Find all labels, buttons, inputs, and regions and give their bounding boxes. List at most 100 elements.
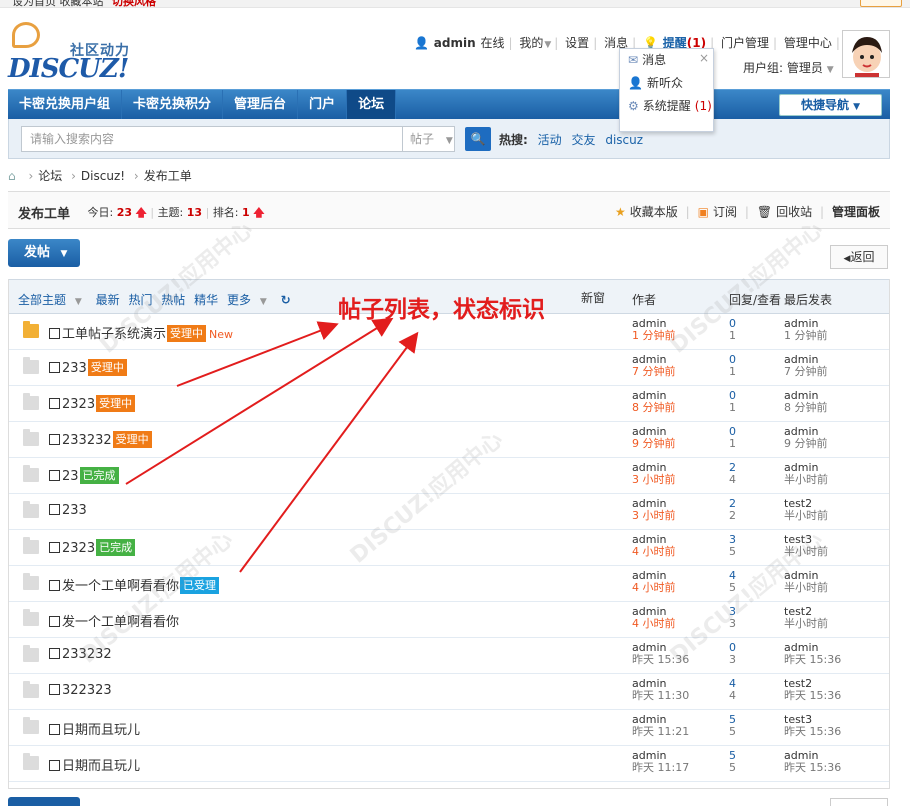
thread-row[interactable]: 发一个工单啊看看你 admin 4 小时前 3 3 test2 半小时前 [9, 602, 889, 638]
thread-row[interactable]: 233232 admin 昨天 15:36 0 3 admin 昨天 15:36 [9, 638, 889, 674]
filter-more[interactable]: 更多 ▼ [227, 293, 272, 307]
thread-checkbox[interactable] [49, 648, 60, 659]
thread-row[interactable]: 23 已完成 admin 3 小时前 2 4 admin 半小时前 [9, 458, 889, 494]
thread-title[interactable]: 233232 [62, 433, 112, 448]
thread-checkbox[interactable] [49, 724, 60, 735]
hot-search-friends[interactable]: 交友 [571, 133, 595, 147]
last-post-time[interactable]: 昨天 15:36 [784, 762, 841, 774]
last-post-time[interactable]: 9 分钟前 [784, 438, 828, 450]
last-post-time[interactable]: 半小时前 [784, 582, 828, 594]
online-status[interactable]: 在线 [480, 34, 504, 51]
thread-checkbox[interactable] [49, 616, 60, 627]
last-post-time[interactable]: 半小时前 [784, 546, 828, 558]
thread-time: 4 小时前 [632, 545, 676, 558]
thread-title[interactable]: 2323 [62, 541, 95, 556]
thread-checkbox[interactable] [49, 470, 60, 481]
thread-checkbox[interactable] [49, 362, 60, 373]
hot-search-activity[interactable]: 活动 [538, 133, 562, 147]
thread-checkbox[interactable] [49, 434, 60, 445]
thread-row[interactable]: 233 admin 3 小时前 2 2 test2 半小时前 [9, 494, 889, 530]
thread-title[interactable]: 发一个工单啊看看你 [62, 579, 179, 594]
thread-row[interactable]: 2323 受理中 admin 8 分钟前 0 1 admin 8 分钟前 [9, 386, 889, 422]
last-post-time[interactable]: 半小时前 [784, 618, 828, 630]
bottom-post-button[interactable] [8, 797, 80, 806]
breadcrumb-current[interactable]: 发布工单 [144, 169, 192, 183]
username-link[interactable]: admin [434, 36, 476, 50]
last-post-time[interactable]: 7 分钟前 [784, 366, 828, 378]
quick-nav-button[interactable]: 快捷导航 ▼ [779, 94, 882, 116]
thread-row[interactable]: 2323 已完成 admin 4 小时前 3 5 test3 半小时前 [9, 530, 889, 566]
site-logo[interactable]: 社区动力 DISCUZ! [8, 22, 138, 84]
new-post-button[interactable]: 发帖 ▼ [8, 239, 80, 267]
nav-item-portal[interactable]: 门户 [298, 90, 348, 120]
nav-item-card-usergroup[interactable]: 卡密兑换用户组 [8, 90, 123, 120]
filter-hot-posts[interactable]: 热帖 [161, 293, 185, 307]
search-type-select[interactable]: 帖子 ▼ [402, 126, 455, 152]
popup-item-system[interactable]: ⚙ 系统提醒 (1) [620, 95, 713, 118]
usergroup-menu[interactable]: 用户组: 管理员 ▼ [743, 59, 834, 76]
last-post-time[interactable]: 8 分钟前 [784, 402, 828, 414]
top-links[interactable]: 设为首页 收藏本站 [12, 0, 104, 7]
recycle-link[interactable]: 回收站 [776, 205, 812, 219]
breadcrumb-discuz[interactable]: Discuz! [81, 169, 125, 183]
last-post-time[interactable]: 昨天 15:36 [784, 690, 841, 702]
thread-title[interactable]: 日期而且玩儿 [62, 723, 140, 738]
thread-row[interactable]: 日期而且玩儿 admin 昨天 11:21 5 5 test3 昨天 15:36 [9, 710, 889, 746]
nav-item-forum[interactable]: 论坛 [347, 90, 397, 120]
new-window-checkbox[interactable]: 新窗 [581, 289, 605, 306]
breadcrumb-forum[interactable]: 论坛 [38, 169, 62, 183]
last-post-time[interactable]: 昨天 15:36 [784, 654, 841, 666]
thread-checkbox[interactable] [49, 504, 60, 515]
last-post-time[interactable]: 1 分钟前 [784, 330, 828, 342]
thread-title[interactable]: 233232 [62, 647, 112, 662]
filter-digest[interactable]: 精华 [194, 293, 218, 307]
close-icon[interactable]: × [699, 51, 709, 65]
bottom-back-button[interactable] [830, 798, 888, 806]
my-menu[interactable]: 我的 [519, 34, 543, 51]
last-post-time[interactable]: 半小时前 [784, 474, 828, 486]
last-post-time[interactable]: 昨天 15:36 [784, 726, 841, 738]
thread-title[interactable]: 322323 [62, 683, 112, 698]
switch-style-link[interactable]: 切换风格 [112, 0, 156, 7]
thread-checkbox[interactable] [49, 328, 60, 339]
nav-item-admin[interactable]: 管理后台 [223, 90, 299, 120]
popup-item-new-follower[interactable]: 👤 新听众 [620, 72, 713, 95]
portal-admin-link[interactable]: 门户管理 [721, 34, 769, 51]
filter-latest[interactable]: 最新 [96, 293, 120, 307]
thread-row[interactable]: 日期而且玩儿 admin 昨天 11:17 5 5 admin 昨天 15:36 [9, 746, 889, 782]
favorite-link[interactable]: 收藏本版 [630, 205, 678, 219]
last-post-time[interactable]: 半小时前 [784, 510, 828, 522]
thread-title[interactable]: 2323 [62, 397, 95, 412]
thread-title[interactable]: 233 [62, 361, 87, 376]
home-icon[interactable]: ⌂ [8, 169, 16, 183]
thread-title[interactable]: 工单帖子系统演示 [62, 327, 166, 342]
subscribe-link[interactable]: 订阅 [713, 205, 737, 219]
thread-checkbox[interactable] [49, 398, 60, 409]
search-button[interactable]: 🔍 [465, 127, 491, 151]
settings-link[interactable]: 设置 [565, 34, 589, 51]
nav-item-card-credits[interactable]: 卡密兑换积分 [122, 90, 224, 120]
search-input[interactable]: 请输入搜索内容 [21, 126, 404, 152]
thread-row[interactable]: 233 受理中 admin 7 分钟前 0 1 admin 7 分钟前 [9, 350, 889, 386]
refresh-icon[interactable]: ↻ [281, 293, 291, 307]
thread-title[interactable]: 23 [62, 469, 79, 484]
filter-all[interactable]: 全部主题 ▼ [18, 293, 87, 307]
avatar[interactable] [842, 30, 890, 78]
filter-hot[interactable]: 热门 [128, 293, 152, 307]
up-arrow-icon: 🡅 [135, 206, 147, 219]
thread-row[interactable]: 发一个工单啊看看你 已受理 admin 4 小时前 4 5 admin 半小时前 [9, 566, 889, 602]
thread-title[interactable]: 233 [62, 503, 87, 518]
thread-row[interactable]: 233232 受理中 admin 9 分钟前 0 1 admin 9 分钟前 [9, 422, 889, 458]
hot-search-discuz[interactable]: discuz [605, 133, 643, 147]
thread-checkbox[interactable] [49, 760, 60, 771]
thread-checkbox[interactable] [49, 580, 60, 591]
thread-checkbox[interactable] [49, 684, 60, 695]
thread-checkbox[interactable] [49, 542, 60, 553]
back-button[interactable]: ◀返回 [830, 245, 888, 269]
admin-center-link[interactable]: 管理中心 [784, 34, 832, 51]
thread-row[interactable]: 322323 admin 昨天 11:30 4 4 test2 昨天 15:36 [9, 674, 889, 710]
top-right-button[interactable] [860, 0, 902, 7]
thread-title[interactable]: 日期而且玩儿 [62, 759, 140, 774]
manage-panel-link[interactable]: 管理面板 [832, 205, 880, 219]
thread-title[interactable]: 发一个工单啊看看你 [62, 615, 179, 630]
